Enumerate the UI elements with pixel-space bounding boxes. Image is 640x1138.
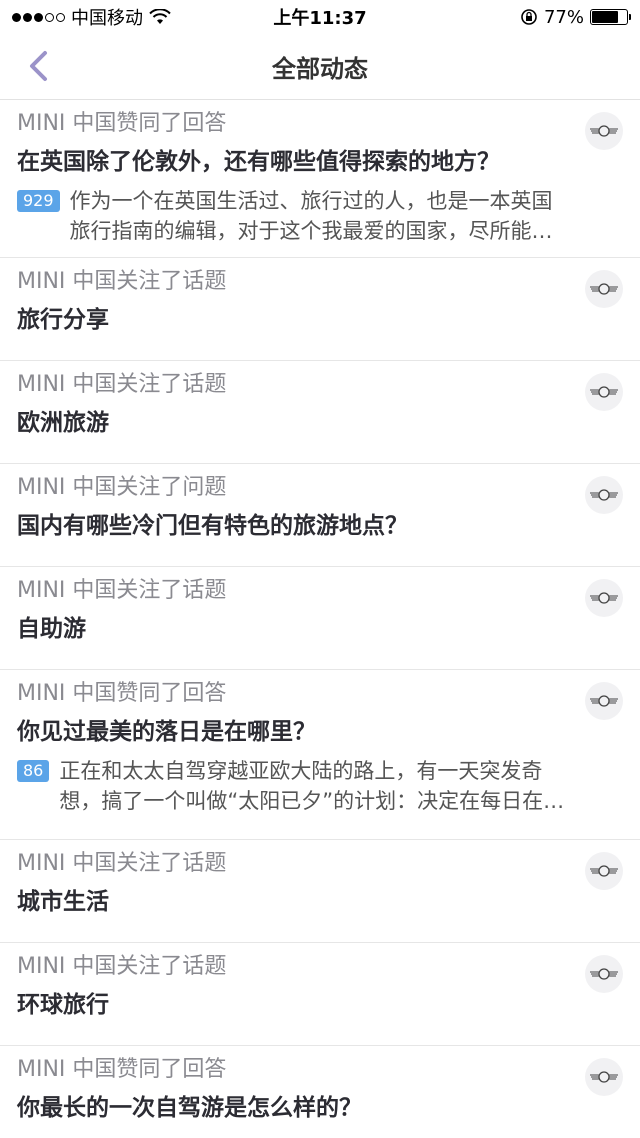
avatar[interactable] [585, 1058, 623, 1096]
vote-count-badge: 86 [17, 760, 50, 782]
activity-label: MINI 中国关注了话题 [17, 269, 227, 294]
answer-excerpt[interactable]: 86 正在和太太自驾穿越亚欧大陆的路上，有一天突发奇想，搞了一个叫做“太阳已夕”… [17, 756, 570, 816]
wifi-icon [149, 9, 171, 24]
feed-item[interactable]: MINI 中国关注了问题 国内有哪些冷门但有特色的旅游地点？ [0, 464, 640, 567]
item-title[interactable]: 欧洲旅游 [17, 405, 570, 441]
activity-label: MINI 中国赞同了回答 [17, 681, 227, 706]
feed-item[interactable]: MINI 中国关注了话题 自助游 [0, 567, 640, 670]
activity-label: MINI 中国关注了话题 [17, 372, 227, 397]
avatar[interactable] [585, 955, 623, 993]
excerpt-text: 正在和太太自驾穿越亚欧大陆的路上，有一天突发奇想，搞了一个叫做“太阳已夕”的计划… [59, 759, 565, 813]
status-right: 77% [520, 6, 631, 28]
battery-fill [592, 11, 619, 23]
vote-count-badge: 929 [17, 190, 60, 212]
status-bar: 中国移动 上午11:37 77% [0, 0, 640, 34]
back-button[interactable] [20, 48, 56, 84]
activity-label: MINI 中国关注了话题 [17, 578, 227, 603]
activity-label: MINI 中国赞同了回答 [17, 111, 227, 136]
status-left: 中国移动 [12, 4, 171, 30]
avatar[interactable] [585, 852, 623, 890]
mini-logo-icon [590, 386, 618, 398]
avatar[interactable] [585, 270, 623, 308]
mini-logo-icon [590, 1071, 618, 1083]
activity-label: MINI 中国关注了话题 [17, 851, 227, 876]
feed-item[interactable]: MINI 中国关注了话题 旅行分享 [0, 258, 640, 361]
page-title: 全部动态 [272, 55, 368, 83]
avatar[interactable] [585, 682, 623, 720]
mini-logo-icon [590, 283, 618, 295]
navigation-bar: 全部动态 [0, 34, 640, 100]
signal-strength-icon [12, 12, 65, 22]
activity-label: MINI 中国关注了话题 [17, 954, 227, 979]
activity-label: MINI 中国关注了问题 [17, 475, 227, 500]
feed-item[interactable]: MINI 中国赞同了回答 你见过最美的落日是在哪里？ 86 正在和太太自驾穿越亚… [0, 670, 640, 840]
item-title[interactable]: 你最长的一次自驾游是怎么样的？ [17, 1090, 570, 1126]
activity-feed[interactable]: MINI 中国赞同了回答 在英国除了伦敦外，还有哪些值得探索的地方？ 929 作… [0, 100, 640, 1138]
feed-item[interactable]: MINI 中国关注了话题 城市生活 [0, 840, 640, 943]
item-title[interactable]: 旅行分享 [17, 302, 570, 338]
avatar[interactable] [585, 373, 623, 411]
mini-logo-icon [590, 968, 618, 980]
feed-item[interactable]: MINI 中国关注了话题 欧洲旅游 [0, 361, 640, 464]
avatar[interactable] [585, 112, 623, 150]
mini-logo-icon [590, 125, 618, 137]
item-title[interactable]: 城市生活 [17, 884, 570, 920]
battery-percent: 77% [543, 6, 584, 28]
mini-logo-icon [590, 695, 618, 707]
item-title[interactable]: 你见过最美的落日是在哪里？ [17, 714, 570, 750]
chevron-left-icon [30, 51, 47, 81]
avatar[interactable] [585, 476, 623, 514]
mini-logo-icon [590, 489, 618, 501]
feed-item[interactable]: MINI 中国赞同了回答 你最长的一次自驾游是怎么样的？ [0, 1046, 640, 1138]
activity-label: MINI 中国赞同了回答 [17, 1057, 227, 1082]
excerpt-text: 作为一个在英国生活过、旅行过的人，也是一本英国旅行指南的编辑，对于这个我最爱的国… [69, 189, 553, 243]
item-title[interactable]: 自助游 [17, 611, 570, 647]
mini-logo-icon [590, 592, 618, 604]
carrier-label: 中国移动 [71, 8, 143, 29]
orientation-lock-icon [521, 9, 537, 25]
mini-logo-icon [590, 865, 618, 877]
avatar[interactable] [585, 579, 623, 617]
item-title[interactable]: 国内有哪些冷门但有特色的旅游地点？ [17, 508, 570, 544]
item-title[interactable]: 在英国除了伦敦外，还有哪些值得探索的地方？ [17, 144, 570, 180]
feed-item[interactable]: MINI 中国关注了话题 环球旅行 [0, 943, 640, 1046]
answer-excerpt[interactable]: 929 作为一个在英国生活过、旅行过的人，也是一本英国旅行指南的编辑，对于这个我… [17, 186, 570, 246]
battery-icon [590, 9, 631, 25]
item-title[interactable]: 环球旅行 [17, 987, 570, 1023]
feed-item[interactable]: MINI 中国赞同了回答 在英国除了伦敦外，还有哪些值得探索的地方？ 929 作… [0, 100, 640, 258]
